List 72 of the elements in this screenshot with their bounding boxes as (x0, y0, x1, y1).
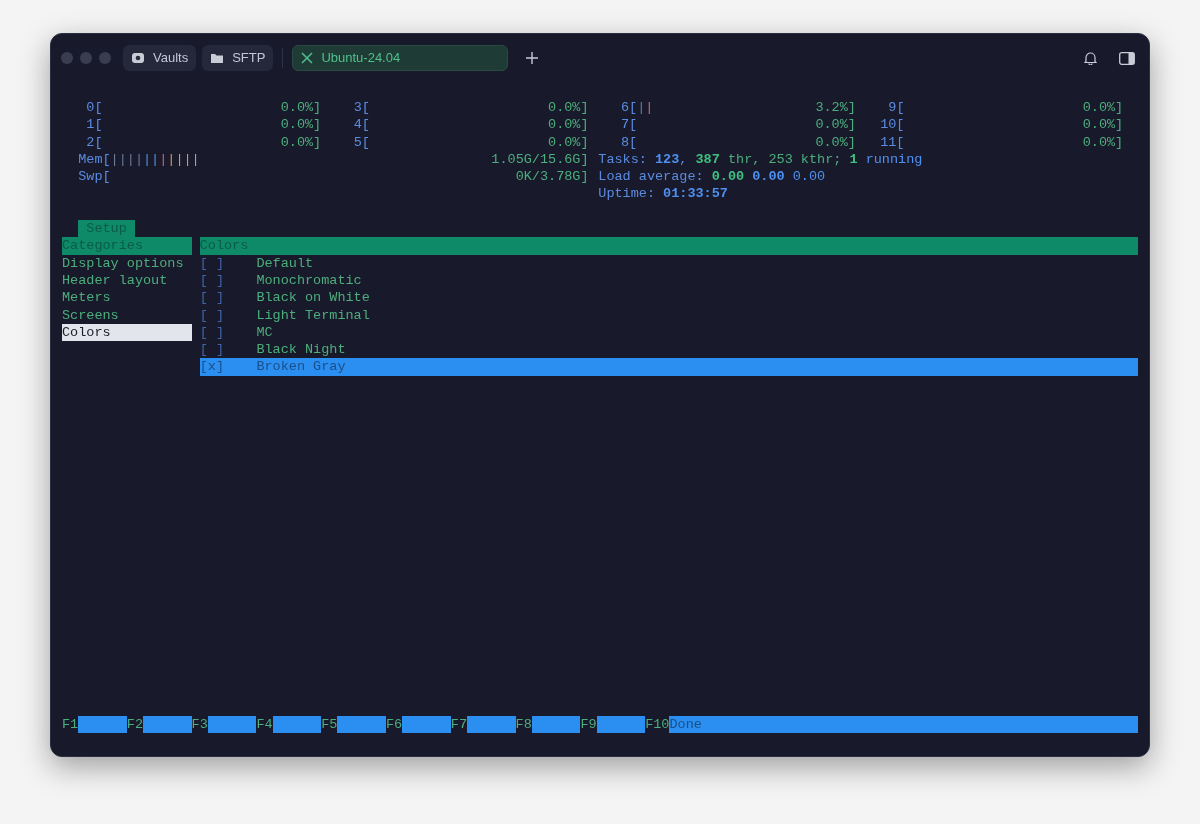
meter-label: 4[ (352, 116, 370, 134)
tab[interactable]: Vaults (123, 45, 197, 71)
meter-label: Swp[ (78, 168, 111, 186)
color-scheme-option[interactable]: [ ] Monochromatic (199, 271, 1138, 290)
tab[interactable]: Ubuntu-24.04 (292, 45, 509, 71)
meter-reading: 0.0%] (280, 133, 322, 151)
vault-icon (131, 51, 145, 65)
function-key-label: F2 (126, 715, 143, 733)
function-key-action[interactable] (531, 715, 581, 733)
meter-label: 3[ (352, 99, 370, 117)
function-key-action[interactable] (402, 715, 451, 733)
tab[interactable]: SFTP (202, 45, 274, 71)
function-key-label: F8 (515, 715, 532, 733)
color-scheme-option[interactable]: [ ] Black Night (199, 341, 1138, 359)
function-key-action[interactable] (143, 715, 192, 733)
function-key-action[interactable] (337, 715, 386, 733)
category-item[interactable]: Display options (62, 254, 192, 272)
meter-reading: 0.0%] (815, 116, 856, 134)
meter-reading: 0.0%] (815, 133, 856, 151)
meter-label: 0[ (85, 99, 103, 117)
function-key-action[interactable] (78, 715, 127, 733)
meter-label: 7[ (619, 116, 638, 134)
meter-label: 6[ (619, 99, 638, 117)
meter-label: 11[ (879, 133, 905, 151)
info-line: Tasks: 123, 387 thr, 253 kthr; 1 running (598, 150, 923, 169)
meter-bars: || (637, 99, 654, 117)
function-key-label: F9 (580, 715, 597, 733)
category-item[interactable]: Screens (62, 306, 192, 324)
sidebar-toggle-icon[interactable] (1119, 51, 1135, 65)
bell-icon[interactable] (1084, 51, 1097, 65)
meter-label: 10[ (879, 116, 905, 134)
function-key-label: F4 (256, 715, 273, 733)
folder-icon (210, 52, 225, 64)
category-item[interactable]: Colors (62, 323, 192, 342)
category-item[interactable]: Meters (62, 289, 192, 307)
meter-reading: 0.0%] (548, 133, 589, 151)
meter-label: Mem[ (78, 150, 111, 169)
meter-label: 5[ (352, 133, 370, 151)
info-line: Load average: 0.00 0.00 0.00 (598, 168, 827, 186)
function-key-label: F7 (450, 715, 467, 733)
meter-label: 8[ (619, 133, 638, 151)
function-key-action[interactable] (596, 715, 646, 733)
meter-bars: ||||||||||| (110, 150, 200, 169)
function-key-label: F10 (645, 715, 670, 733)
meter-reading: 3.2%] (815, 99, 856, 117)
meter-reading: 0.0%] (548, 99, 589, 117)
category-item[interactable]: Header layout (62, 271, 192, 290)
color-scheme-option[interactable]: [ ] Black on White (199, 289, 1138, 307)
meter-reading: 0.0%] (280, 99, 322, 117)
meter-reading: 0.0%] (548, 116, 589, 134)
new-tab-icon[interactable] (526, 52, 539, 64)
color-scheme-option[interactable]: [ ] Default (199, 254, 1138, 272)
function-key-label: F1 (62, 715, 79, 733)
meter-reading: 0.0%] (1082, 116, 1124, 134)
color-scheme-option[interactable]: [ ] MC (199, 323, 1138, 342)
function-key-label: F3 (191, 715, 208, 733)
meter-reading: 0K/3.78G] (515, 168, 589, 186)
meter-reading: 1.05G/15.6G] (491, 150, 589, 169)
meter-reading: 0.0%] (1082, 99, 1124, 117)
meter-label: 9[ (887, 99, 905, 117)
meter-label: 1[ (85, 116, 103, 134)
close-icon[interactable] (301, 52, 314, 64)
function-key-label: F5 (321, 715, 338, 733)
meter-label: 2[ (85, 133, 103, 151)
info-line: Uptime: 01:33:57 (598, 185, 729, 203)
function-key-action[interactable] (272, 715, 322, 733)
function-key-label: F6 (386, 715, 403, 733)
function-key-action[interactable] (467, 715, 516, 733)
color-scheme-option[interactable]: [ ] Light Terminal (199, 306, 1138, 324)
meter-reading: 0.0%] (1082, 133, 1124, 151)
function-key-action[interactable] (207, 715, 257, 733)
meter-reading: 0.0%] (280, 116, 322, 134)
